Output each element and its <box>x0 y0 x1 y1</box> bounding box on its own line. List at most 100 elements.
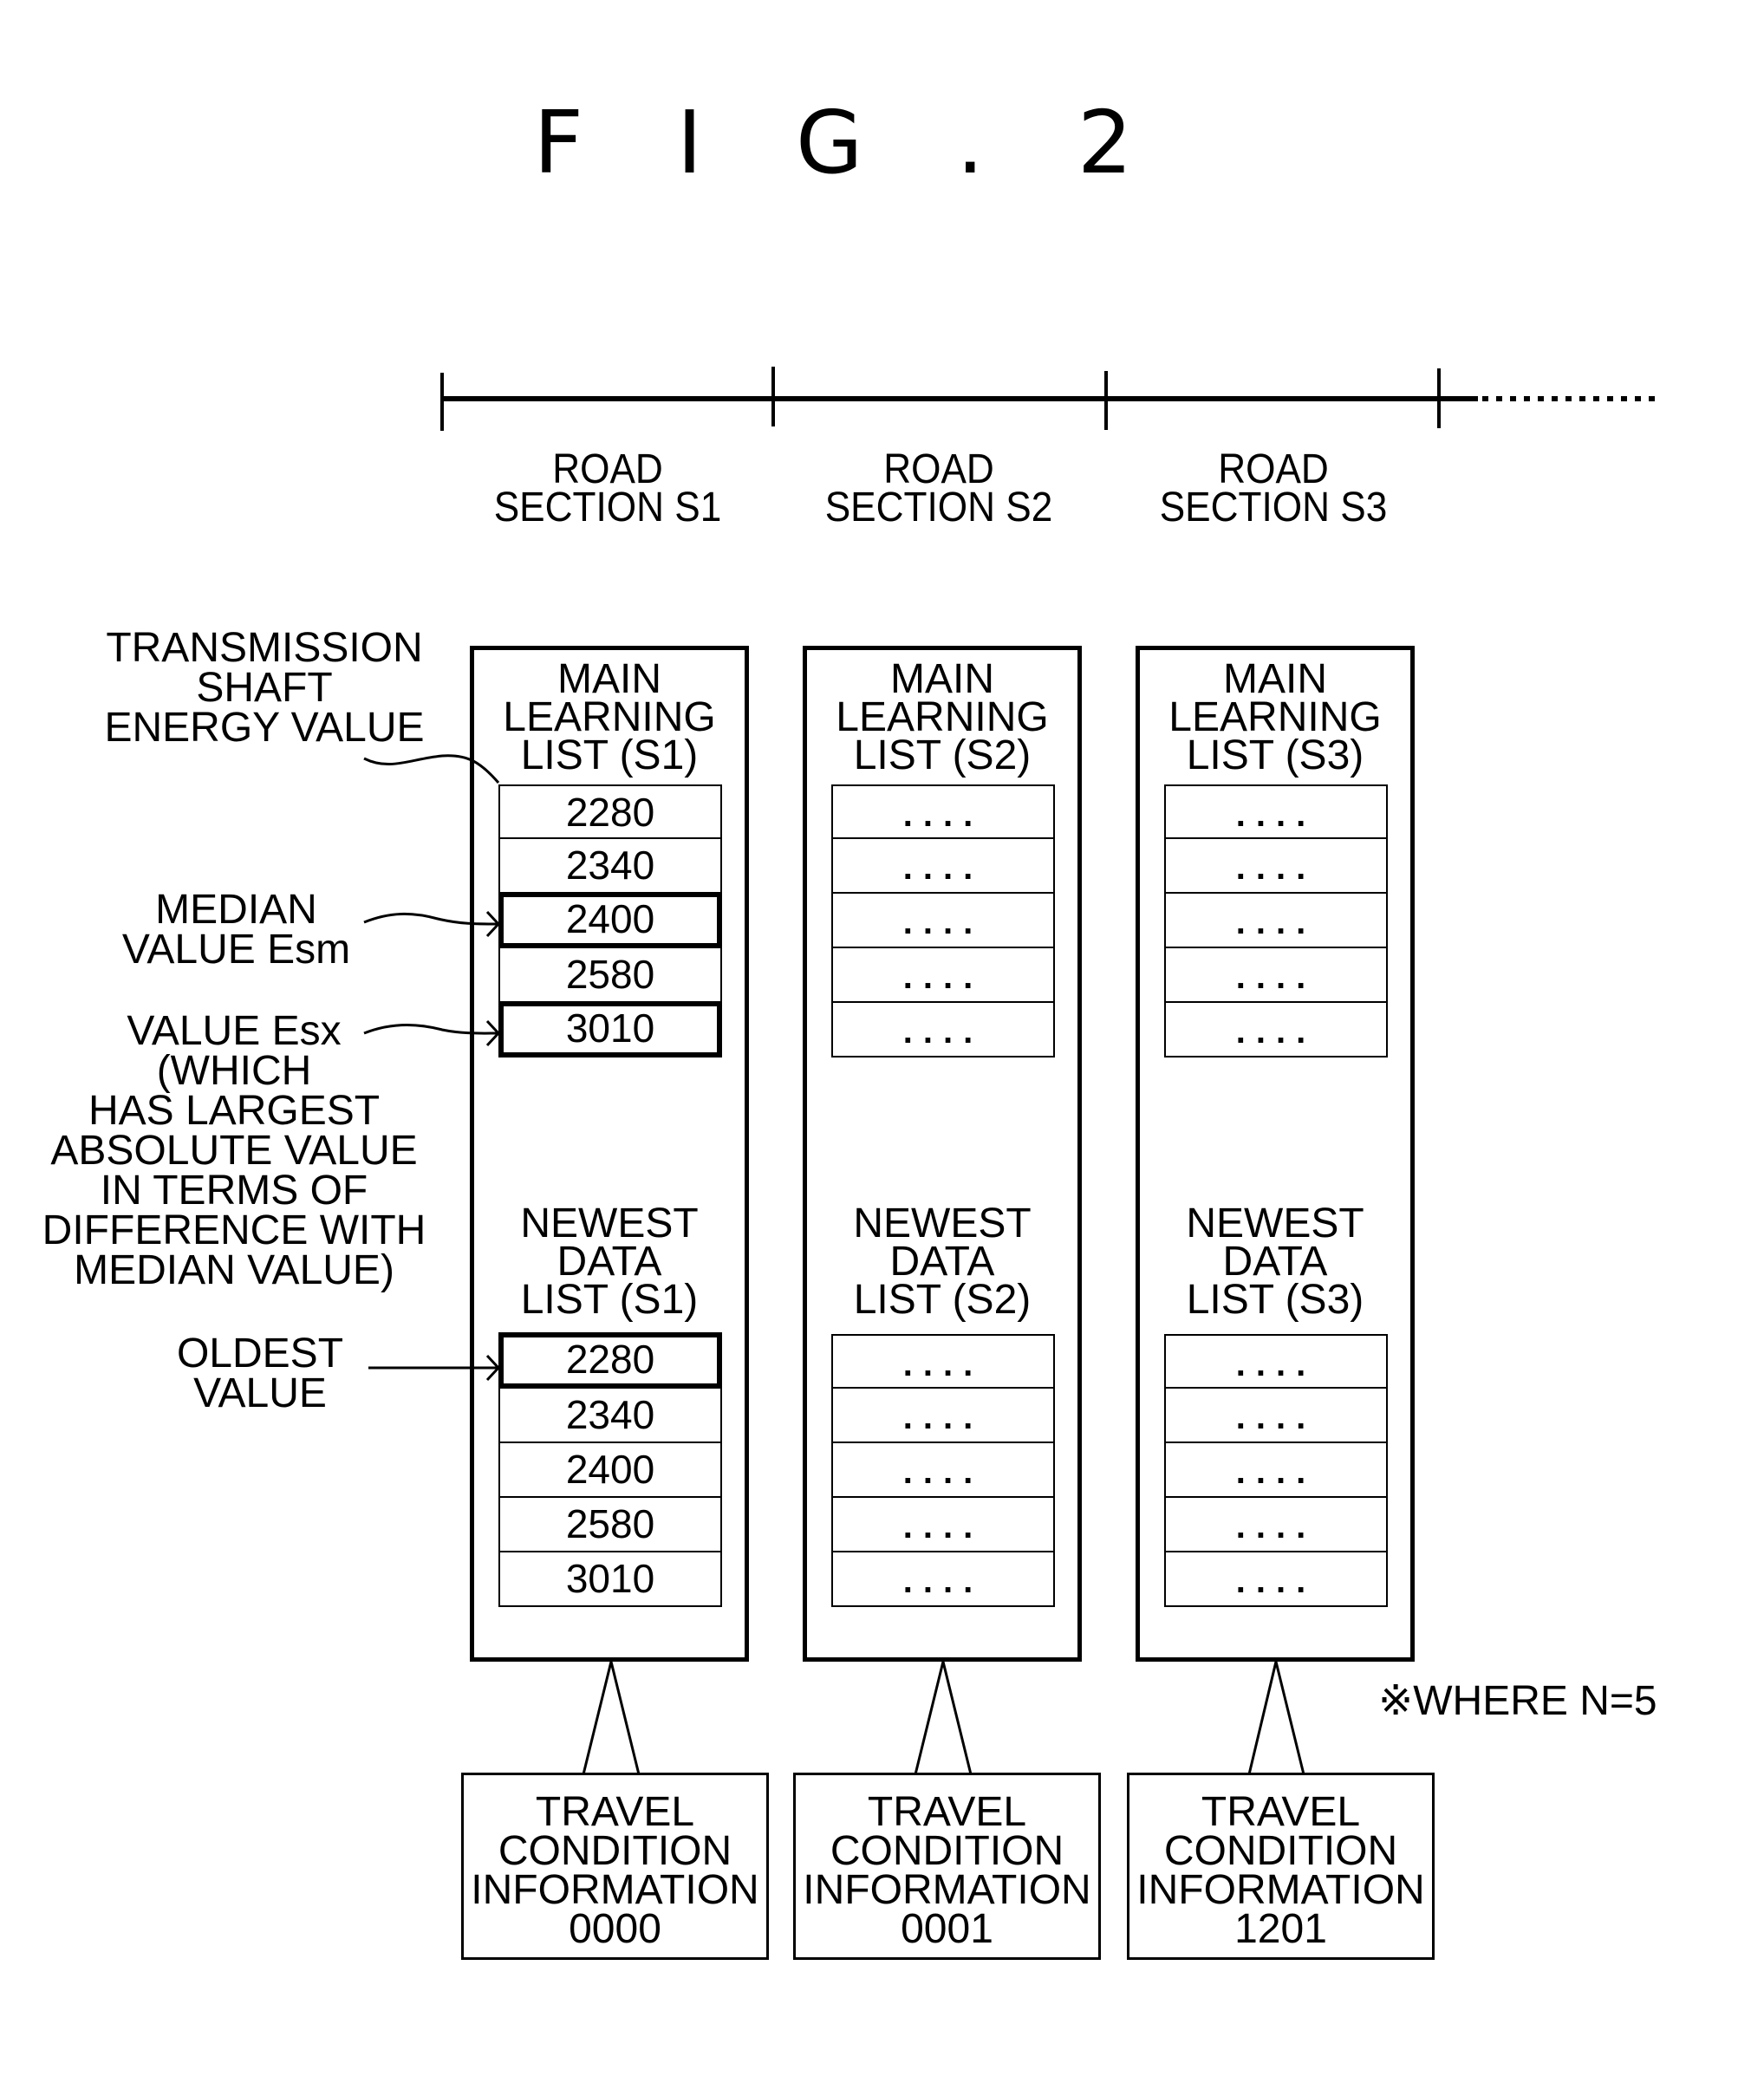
travel-callouts <box>582 1661 1305 1775</box>
annotation-line: MEDIAN <box>155 887 317 933</box>
placeholder-dots: .... <box>1235 1562 1317 1600</box>
road-section-storage-s2: MAIN LEARNING LIST (S2)...................… <box>803 646 1082 1662</box>
annotation-line: VALUE <box>193 1370 327 1416</box>
placeholder-dots: .... <box>1235 1345 1317 1383</box>
travel-condition-box-s2: TRAVEL CONDITION INFORMATION 0001 <box>793 1773 1101 1960</box>
placeholder-dots: .... <box>1235 1012 1317 1051</box>
heading-line: DATA <box>889 1239 995 1285</box>
placeholder-dots: .... <box>1235 1453 1317 1491</box>
annotation-esx-value: VALUE Esx (WHICH HAS LARGEST ABSOLUTE VALUE… <box>17 1011 451 1292</box>
road-label-line: ROAD <box>552 446 663 492</box>
list-cell: .... <box>831 1498 1055 1552</box>
heading-line: LEARNING <box>1168 694 1382 740</box>
list-cell: .... <box>1164 839 1388 894</box>
list-cell: .... <box>831 1334 1055 1389</box>
placeholder-dots: .... <box>902 1453 984 1491</box>
road-label-line: SECTION S3 <box>1159 485 1388 530</box>
heading-line: LIST (S2) <box>853 1277 1032 1323</box>
list-cell: .... <box>831 1389 1055 1443</box>
road-section-storage-s1: MAIN LEARNING LIST (S1) 2280 2340 2400 2580 301… <box>470 646 749 1662</box>
placeholder-dots: .... <box>902 1345 984 1383</box>
list-cell-highlighted: 2280 <box>498 1332 722 1389</box>
annotation-line: OLDEST <box>176 1331 344 1376</box>
list-cell: .... <box>1164 1389 1388 1443</box>
annotation-line: ABSOLUTE VALUE <box>50 1128 418 1174</box>
road-label-line: SECTION S1 <box>493 485 722 530</box>
heading-line: MAIN <box>1223 656 1327 702</box>
travel-condition-box-s1: TRAVEL CONDITION INFORMATION 0000 <box>461 1773 769 1960</box>
placeholder-dots: .... <box>1235 903 1317 941</box>
placeholder-dots: .... <box>902 796 984 834</box>
list-cell: 2580 <box>498 948 722 1003</box>
annotation-line: (WHICH <box>156 1048 312 1094</box>
list-cell: .... <box>1164 1443 1388 1498</box>
main-learning-list: .................... <box>1164 784 1388 1058</box>
callout-pointer-s1 <box>582 1661 641 1775</box>
placeholder-dots: .... <box>1235 1398 1317 1436</box>
main-learning-list: .................... <box>831 784 1055 1058</box>
list-cell: .... <box>1164 784 1388 839</box>
heading-line: LIST (S3) <box>1186 1277 1364 1323</box>
travel-info-line: TRAVEL <box>535 1789 695 1835</box>
list-cell: .... <box>1164 894 1388 948</box>
travel-info-line: TRAVEL <box>867 1789 1027 1835</box>
placeholder-dots: .... <box>902 958 984 996</box>
list-cell: .... <box>831 1443 1055 1498</box>
list-cell: 2340 <box>498 1389 722 1443</box>
travel-info-line: TRAVEL <box>1201 1789 1361 1835</box>
heading-line: LIST (S1) <box>520 732 699 778</box>
placeholder-dots: .... <box>902 849 984 887</box>
placeholder-dots: .... <box>902 903 984 941</box>
newest-data-list: 2280 2340 2400 2580 3010 <box>498 1332 722 1607</box>
travel-info-line: CONDITION <box>830 1828 1064 1874</box>
list-cell: .... <box>831 948 1055 1003</box>
energy-value: 2580 <box>565 1501 655 1546</box>
main-learning-list-heading: MAIN LEARNING LIST (S1) <box>470 659 749 778</box>
list-cell-highlighted: 2400 <box>498 892 722 948</box>
road-label-line: ROAD <box>883 446 994 492</box>
travel-info-line: INFORMATION <box>803 1867 1091 1913</box>
energy-value: 2340 <box>565 843 655 888</box>
list-cell: 2400 <box>498 1443 722 1498</box>
list-cell: .... <box>1164 948 1388 1003</box>
heading-line: LIST (S2) <box>853 732 1032 778</box>
placeholder-dots: .... <box>902 1562 984 1600</box>
heading-line: MAIN <box>890 656 994 702</box>
heading-line: LEARNING <box>503 694 716 740</box>
list-cell: .... <box>1164 1498 1388 1552</box>
placeholder-dots: .... <box>1235 849 1317 887</box>
heading-line: NEWEST <box>520 1201 699 1246</box>
travel-condition-box-s3: TRAVEL CONDITION INFORMATION 1201 <box>1127 1773 1435 1960</box>
heading-line: LIST (S1) <box>520 1277 699 1323</box>
energy-value: 3010 <box>565 1005 655 1051</box>
annotation-line: DIFFERENCE WITH <box>42 1207 426 1253</box>
energy-value: 3010 <box>565 1556 655 1601</box>
placeholder-dots: .... <box>1235 796 1317 834</box>
heading-line: LEARNING <box>836 694 1049 740</box>
main-learning-list-heading: MAIN LEARNING LIST (S3) <box>1136 656 1415 778</box>
annotation-line: IN TERMS OF <box>100 1168 368 1214</box>
heading-line: DATA <box>557 1239 662 1285</box>
heading-line: LIST (S3) <box>1186 732 1364 778</box>
travel-info-line: 1201 <box>1234 1906 1327 1952</box>
callout-pointer-s3 <box>1247 1661 1305 1775</box>
travel-info-line: CONDITION <box>498 1828 732 1874</box>
travel-info-line: INFORMATION <box>1136 1867 1425 1913</box>
newest-data-list: .................... <box>831 1334 1055 1607</box>
annotation-line: VALUE Esm <box>121 927 351 973</box>
newest-data-list-heading: NEWEST DATA LIST (S1) <box>470 1201 749 1323</box>
list-cell: 2280 <box>498 784 722 839</box>
road-section-label-s3: ROAD SECTION S3 <box>1138 446 1409 530</box>
annotation-line: TRANSMISSION <box>106 625 423 671</box>
callout-pointer-s2 <box>914 1661 973 1775</box>
list-cell: 2580 <box>498 1498 722 1552</box>
annotation-median-value: MEDIAN VALUE Esm <box>78 887 394 973</box>
list-cell: 3010 <box>498 1552 722 1607</box>
list-cell: .... <box>1164 1334 1388 1389</box>
road-label-line: ROAD <box>1218 446 1329 492</box>
road-section-label-s2: ROAD SECTION S2 <box>804 446 1075 530</box>
road-label-line: SECTION S2 <box>824 485 1053 530</box>
list-cell: .... <box>831 839 1055 894</box>
road-section-label-s1: ROAD SECTION S1 <box>472 446 744 530</box>
road-section-storage-s3: MAIN LEARNING LIST (S3)...................… <box>1136 646 1415 1662</box>
